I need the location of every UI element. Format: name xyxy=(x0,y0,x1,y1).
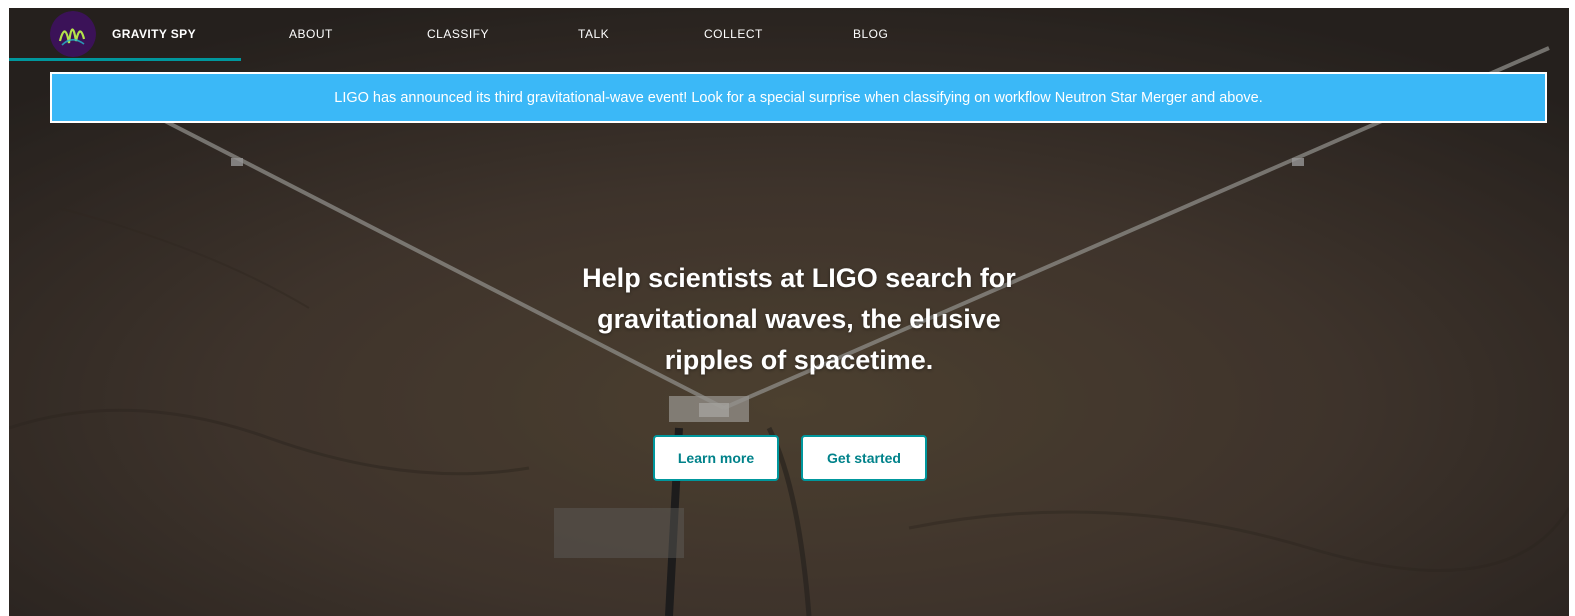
announcement-text: LIGO has announced its third gravitation… xyxy=(334,89,1263,106)
announcement-banner: LIGO has announced its third gravitation… xyxy=(50,72,1547,123)
hero-headline: Help scientists at LIGO search for gravi… xyxy=(539,258,1059,381)
nav-link-blog[interactable]: BLOG xyxy=(853,27,888,41)
get-started-button[interactable]: Get started xyxy=(801,435,927,481)
hero-headline-line: Help scientists at LIGO search for xyxy=(582,263,1016,293)
hero-headline-line: gravitational waves, the elusive xyxy=(597,304,1001,334)
page: GRAVITY SPY ABOUT CLASSIFY TALK COLLECT … xyxy=(0,0,1575,616)
nav-link-about[interactable]: ABOUT xyxy=(289,27,333,41)
brand-link[interactable]: GRAVITY SPY xyxy=(9,8,241,61)
hero-headline-line: ripples of spacetime. xyxy=(664,345,934,375)
hero-section: GRAVITY SPY ABOUT CLASSIFY TALK COLLECT … xyxy=(9,8,1569,616)
nav-link-classify[interactable]: CLASSIFY xyxy=(427,27,489,41)
nav-link-collect[interactable]: COLLECT xyxy=(704,27,763,41)
learn-more-button[interactable]: Learn more xyxy=(653,435,779,481)
nav-link-talk[interactable]: TALK xyxy=(578,27,609,41)
top-navigation: GRAVITY SPY ABOUT CLASSIFY TALK COLLECT … xyxy=(9,8,1569,66)
brand-name: GRAVITY SPY xyxy=(112,27,196,41)
gravity-spy-logo-icon xyxy=(50,11,96,57)
